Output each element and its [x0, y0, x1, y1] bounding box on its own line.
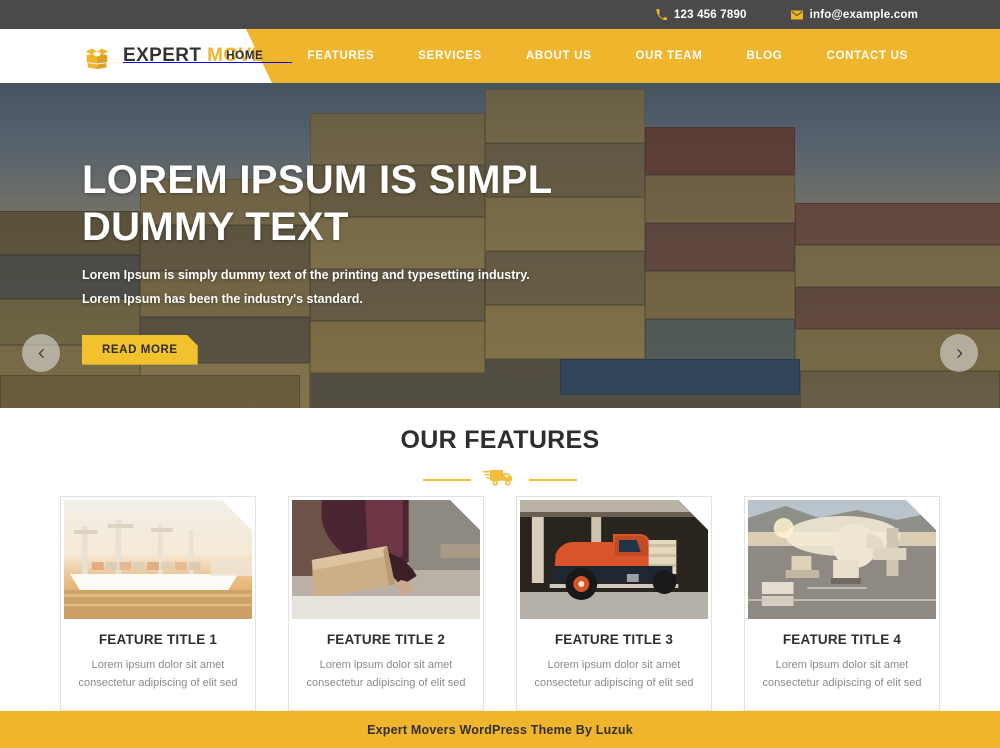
chevron-left-icon: [35, 347, 48, 360]
feature-card-desc-line1: Lorem ipsum dolor sit amet: [775, 659, 909, 671]
nav-item-features[interactable]: FEATURES: [286, 50, 397, 62]
nav-item-home[interactable]: HOME: [204, 50, 285, 62]
envelope-icon: [790, 10, 803, 20]
page-root: 123 456 7890 info@example.com EXPERT MOV…: [0, 0, 1000, 748]
feature-card-desc-line1: Lorem ipsum dolor sit amet: [91, 659, 225, 671]
hero-subtitle: Lorem Ipsum is simply dummy text of the …: [82, 264, 642, 310]
feature-card[interactable]: FEATURE TITLE 2 Lorem ipsum dolor sit am…: [288, 496, 484, 712]
divider-line-right: [529, 478, 577, 481]
feature-card-title: FEATURE TITLE 1: [98, 632, 218, 647]
feature-card-title: FEATURE TITLE 3: [554, 632, 674, 647]
nav-item-our-team[interactable]: OUR TEAM: [614, 50, 725, 62]
hero-title-line2: DUMMY TEXT: [82, 205, 349, 250]
nav-item-services[interactable]: SERVICES: [396, 50, 504, 62]
nav-item-about-us[interactable]: ABOUT US: [504, 50, 614, 62]
feature-card[interactable]: FEATURE TITLE 1 Lorem ipsum dolor sit am…: [60, 496, 256, 712]
divider-line-left: [423, 478, 471, 481]
feature-card-image: [520, 500, 708, 619]
features-heading: OUR FEATURES: [400, 426, 600, 454]
feature-card-body: FEATURE TITLE 3 Lorem ipsum dolor sit am…: [517, 619, 711, 710]
topbar-phone-text: 123 456 7890: [673, 8, 747, 21]
feature-card-desc-line2: consectetur adipiscing of elit sed: [762, 677, 922, 690]
hero-title: LOREM IPSUM IS SIMPL DUMMY TEXT: [82, 157, 642, 251]
feature-card-desc-line2: consectetur adipiscing of elit sed: [534, 677, 694, 690]
feature-card-image: [748, 500, 936, 619]
section-divider: [0, 466, 1000, 493]
feature-card-description: Lorem ipsum dolor sit amet consectetur a…: [755, 656, 929, 692]
hero-slider: LOREM IPSUM IS SIMPL DUMMY TEXT Lorem Ip…: [0, 83, 1000, 408]
feature-card-body: FEATURE TITLE 2 Lorem ipsum dolor sit am…: [289, 619, 483, 710]
nav-item-blog[interactable]: BLOG: [724, 50, 804, 62]
vintage-orange-truck: [520, 500, 708, 619]
top-contact-bar: 123 456 7890 info@example.com: [0, 0, 1000, 29]
feature-card-title: FEATURE TITLE 2: [326, 632, 446, 647]
site-header: EXPERT MOVERS HOME FEATURES SERVICES ABO…: [0, 29, 1000, 83]
features-card-grid: FEATURE TITLE 1 Lorem ipsum dolor sit am…: [0, 496, 1000, 712]
topbar-phone[interactable]: 123 456 7890: [656, 9, 747, 21]
logo-text-primary: EXPERT: [123, 45, 202, 66]
site-footer: Expert Movers WordPress Theme By Luzuk: [0, 711, 1000, 748]
chevron-right-icon: [953, 347, 966, 360]
feature-card-image: [64, 500, 252, 619]
slider-prev-button[interactable]: [22, 334, 60, 372]
open-box-icon: [82, 41, 112, 71]
features-section: OUR FEATURES FEATURE TITLE 1 Lorem ipsum…: [0, 408, 1000, 712]
airport-cargo-loading: [748, 500, 936, 619]
feature-card-body: FEATURE TITLE 4 Lorem ipsum dolor sit am…: [745, 619, 939, 710]
delivery-truck-icon: [483, 466, 517, 493]
hero-content: LOREM IPSUM IS SIMPL DUMMY TEXT Lorem Ip…: [82, 157, 642, 365]
feature-card-body: FEATURE TITLE 1 Lorem ipsum dolor sit am…: [61, 619, 255, 710]
nav-item-contact-us[interactable]: CONTACT US: [804, 50, 930, 62]
phone-icon: [656, 9, 667, 20]
topbar-email-text: info@example.com: [809, 8, 918, 21]
hero-subtitle-line1: Lorem Ipsum is simply dummy text of the …: [82, 268, 530, 283]
feature-card-title: FEATURE TITLE 4: [782, 632, 902, 647]
read-more-button[interactable]: READ MORE: [82, 335, 198, 365]
feature-card-description: Lorem ipsum dolor sit amet consectetur a…: [299, 656, 473, 692]
feature-card-desc-line2: consectetur adipiscing of elit sed: [306, 677, 466, 690]
hero-title-line1: LOREM IPSUM IS SIMPL: [82, 158, 553, 202]
feature-card-description: Lorem ipsum dolor sit amet consectetur a…: [71, 656, 245, 692]
feature-card-desc-line1: Lorem ipsum dolor sit amet: [319, 659, 453, 671]
slider-next-button[interactable]: [940, 334, 978, 372]
feature-card-desc-line2: consectetur adipiscing of elit sed: [78, 677, 238, 690]
feature-card-description: Lorem ipsum dolor sit amet consectetur a…: [527, 656, 701, 692]
footer-credit-text: Expert Movers WordPress Theme By Luzuk: [367, 722, 633, 737]
feature-card-image: [292, 500, 480, 619]
feature-card[interactable]: FEATURE TITLE 3 Lorem ipsum dolor sit am…: [516, 496, 712, 712]
cargo-ship-at-port: [64, 500, 252, 619]
hero-subtitle-line2: Lorem Ipsum has been the industry's stan…: [82, 291, 363, 306]
person-packing-cardboard-box: [292, 500, 480, 619]
feature-card[interactable]: FEATURE TITLE 4 Lorem ipsum dolor sit am…: [744, 496, 940, 712]
topbar-email[interactable]: info@example.com: [790, 8, 918, 21]
feature-card-desc-line1: Lorem ipsum dolor sit amet: [547, 659, 681, 671]
main-navigation: HOME FEATURES SERVICES ABOUT US OUR TEAM…: [204, 29, 930, 83]
